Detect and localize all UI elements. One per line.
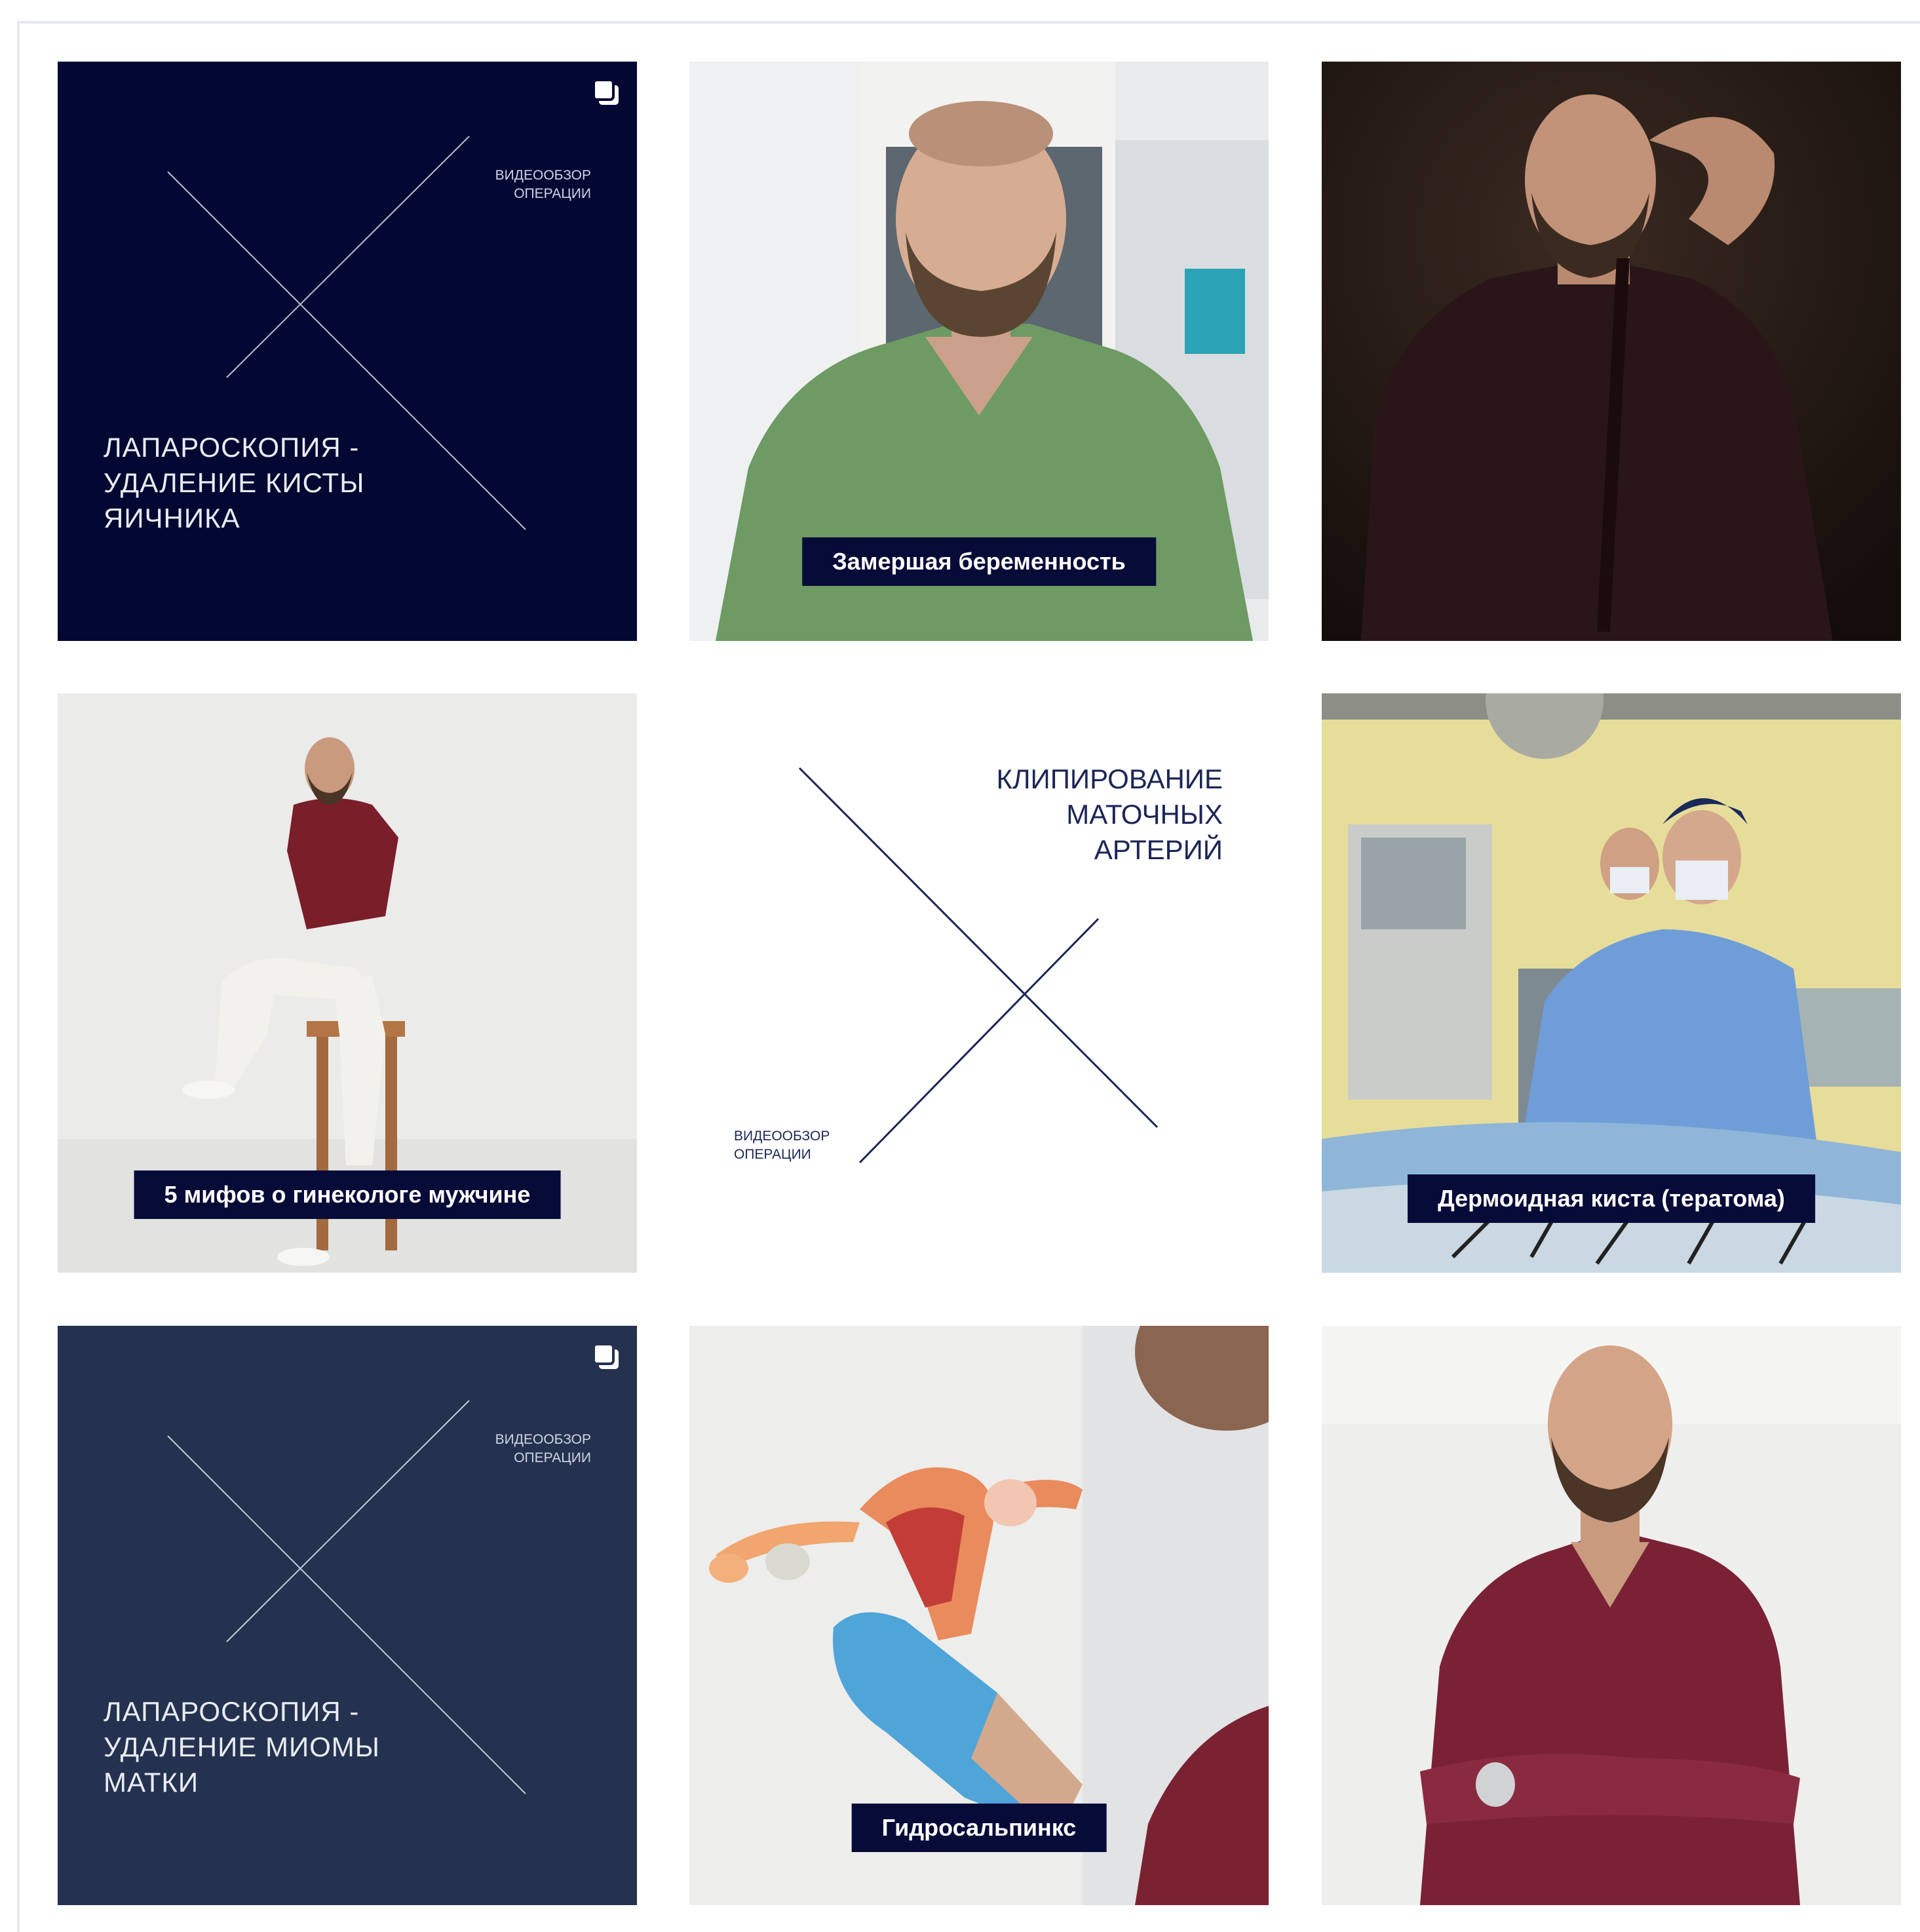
- post-tile-five-myths[interactable]: 5 мифов о гинекологе мужчине: [58, 693, 637, 1273]
- post-tile-missed-pregnancy[interactable]: Замершая беременность: [689, 62, 1269, 641]
- post-label: Замершая беременность: [802, 537, 1156, 586]
- post-tile-uterine-artery-clipping[interactable]: КЛИПИРОВАНИЕ МАТОЧНЫХ АРТЕРИЙ ВИДЕООБЗОР…: [689, 693, 1269, 1273]
- multiple-posts-icon: [592, 79, 619, 105]
- post-title: ЛАПАРОСКОПИЯ - УДАЛЕНИЕ МИОМЫ МАТКИ: [104, 1696, 380, 1798]
- doctor-dark-portrait-photo: [1322, 62, 1901, 641]
- post-tile-laparoscopy-ovarian-cyst[interactable]: ВИДЕООБЗОР ОПЕРАЦИИ ЛАПАРОСКОПИЯ - УДАЛЕ…: [58, 62, 637, 641]
- multiple-posts-icon: [592, 1343, 619, 1369]
- post-label: 5 мифов о гинекологе мужчине: [134, 1170, 561, 1219]
- cross-lines-graphic: [167, 136, 526, 530]
- post-tile-hydrosalpinx[interactable]: Гидросальпинкс: [689, 1326, 1269, 1905]
- post-label: Дермоидная киста (тератома): [1408, 1174, 1815, 1223]
- post-tile-doctor-portrait-dark[interactable]: [1322, 62, 1901, 641]
- post-tile-dermoid-cyst[interactable]: Дермоидная киста (тератома): [1322, 693, 1901, 1273]
- video-review-caption: ВИДЕООБЗОР ОПЕРАЦИИ: [734, 1129, 830, 1162]
- post-label: Гидросальпинкс: [851, 1804, 1107, 1852]
- cross-lines-graphic: [167, 1400, 526, 1794]
- video-review-caption: ВИДЕООБЗОР ОПЕРАЦИИ: [495, 168, 591, 201]
- post-tile-doctor-portrait-burgundy[interactable]: [1322, 1326, 1901, 1905]
- post-tile-laparoscopy-myoma[interactable]: ВИДЕООБЗОР ОПЕРАЦИИ ЛАПАРОСКОПИЯ - УДАЛЕ…: [58, 1326, 637, 1905]
- video-review-caption: ВИДЕООБЗОР ОПЕРАЦИИ: [495, 1432, 591, 1465]
- doctor-burgundy-scrubs-photo: [1322, 1326, 1901, 1905]
- post-title: ЛАПАРОСКОПИЯ - УДАЛЕНИЕ КИСТЫ ЯИЧНИКА: [104, 432, 365, 533]
- post-title: КЛИПИРОВАНИЕ МАТОЧНЫХ АРТЕРИЙ: [996, 763, 1223, 865]
